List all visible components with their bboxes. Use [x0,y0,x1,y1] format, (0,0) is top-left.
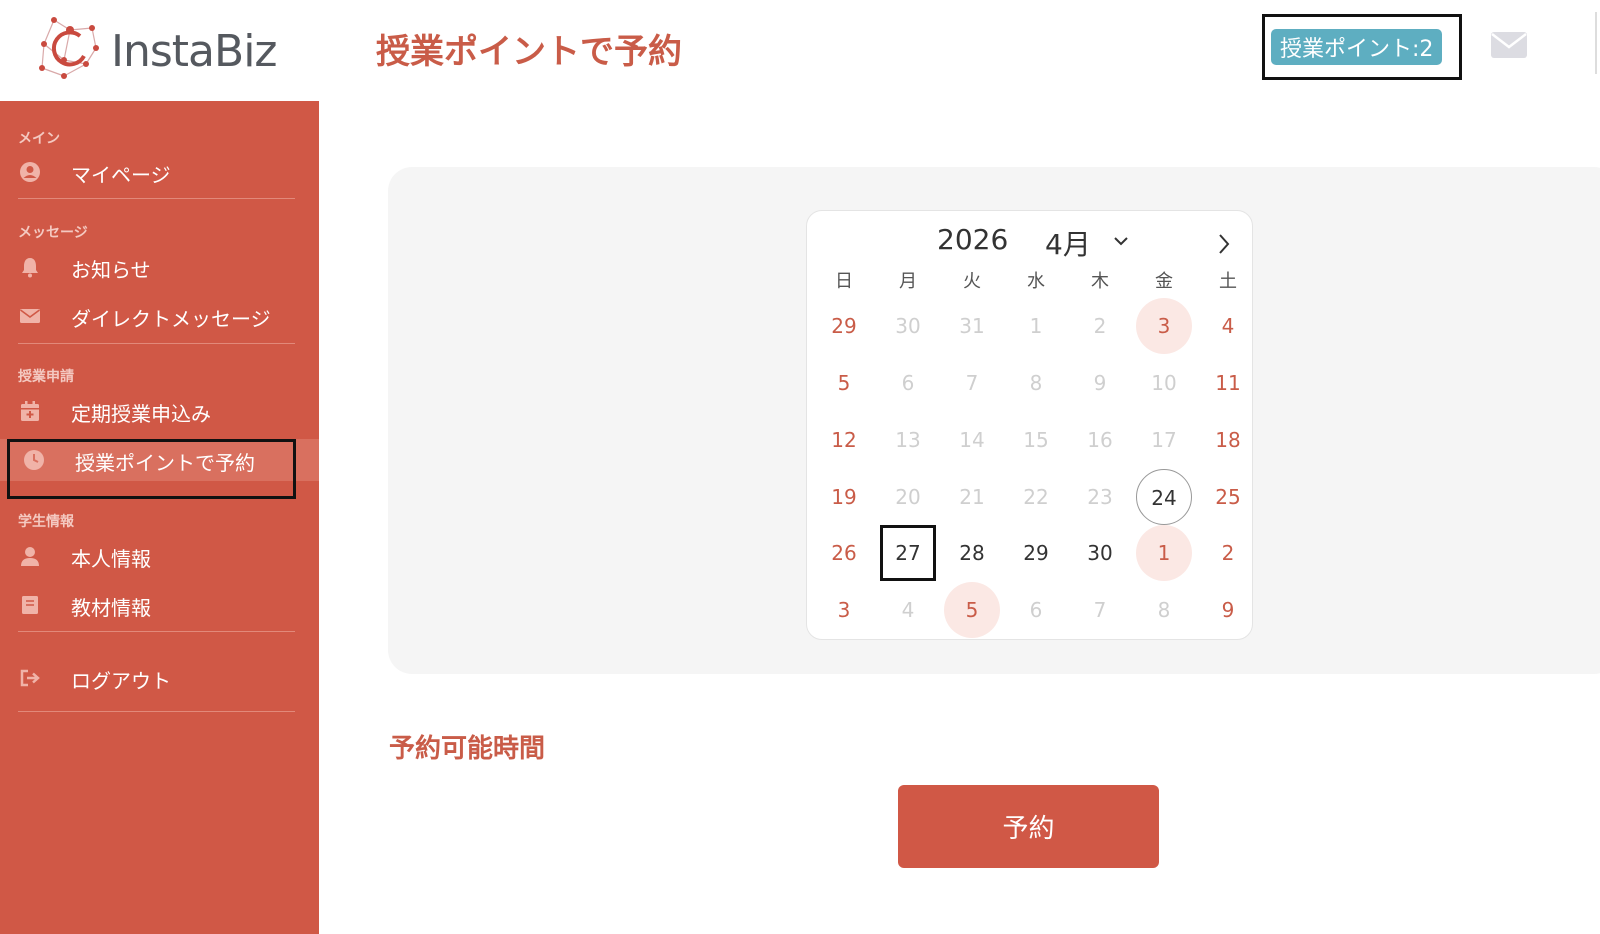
calendar: 2026 4月 日月火水木金土 29 30 31 1 2 3 4 5 6 7 8 9 10 11 12 13 1… [806,210,1253,640]
calendar-day[interactable]: 9 [1200,582,1256,638]
sidebar-divider [18,198,295,199]
header-divider [1595,12,1597,74]
instabiz-logo[interactable]: InstaBiz [36,14,296,84]
network-logo-icon [39,17,99,79]
calendar-day: 17 [1151,428,1177,452]
sidebar-divider [18,711,295,712]
sidebar-item-label: お知らせ [71,258,151,282]
chevron-down-icon[interactable] [1113,235,1129,247]
calendar-day[interactable]: 11 [1200,355,1256,411]
sidebar-item-direct-message[interactable]: ダイレクトメッセージ [0,295,319,337]
calendar-day: 23 [1087,485,1113,509]
calendar-day[interactable]: 3 [816,582,872,638]
active-item-highlight [7,439,296,499]
sidebar-item-logout[interactable]: ログアウト [0,657,319,699]
calendar-day[interactable]: 5 [944,582,1000,638]
available-times-title: 予約可能時間 [389,734,546,764]
calendar-weekday: 金 [1155,271,1173,292]
sidebar-divider [18,631,295,632]
bell-icon [22,258,38,278]
calendar-day[interactable]: 29 [816,298,872,354]
sidebar-item-notices[interactable]: お知らせ [0,246,319,288]
calendar-year[interactable]: 2026 [937,223,1008,256]
calendar-day[interactable]: 26 [816,525,872,581]
user-circle-icon [20,162,40,182]
page-title: 授業ポイントで予約 [376,32,682,72]
calendar-day: 20 [895,485,921,509]
calendar-day: 8 [1029,371,1043,395]
sidebar-section-class-apply: 授業申請 [18,369,74,385]
calendar-day: 13 [895,428,921,452]
calendar-day: 1 [1029,314,1043,338]
sidebar-section-main: メイン [18,131,60,147]
envelope-icon [20,309,40,323]
chevron-right-icon[interactable] [1217,233,1231,255]
calendar-day: 7 [965,371,979,395]
calendar-day: 30 [895,314,921,338]
sidebar-item-label: 定期授業申込み [71,402,211,426]
calendar-day[interactable]: 5 [816,355,872,411]
calendar-weekday: 月 [899,271,917,292]
calendar-day: 6 [901,371,915,395]
sidebar-item-label: マイページ [71,163,171,187]
calendar-day[interactable]: 12 [816,412,872,468]
sidebar-item-label: 本人情報 [71,547,151,571]
calendar-day[interactable]: 25 [1200,469,1256,525]
calendar-weekday: 日 [835,271,853,292]
book-icon [22,596,38,614]
calendar-day: 22 [1023,485,1049,509]
calendar-month-select[interactable]: 4月 [1045,223,1091,263]
calendar-day[interactable]: 1 [1136,525,1192,581]
calendar-day: 15 [1023,428,1049,452]
points-badge-highlight: 授業ポイント:2 [1262,14,1462,80]
calendar-day[interactable]: 4 [1200,298,1256,354]
calendar-day: 4 [901,598,915,622]
calendar-weekday: 水 [1027,271,1045,292]
sidebar-item-regular-class[interactable]: 定期授業申込み [0,390,319,432]
sidebar-item-materials[interactable]: 教材情報 [0,584,319,626]
calendar-weekday: 火 [963,271,981,292]
sidebar-item-label: ログアウト [71,669,171,693]
calendar-day[interactable]: 30 [1072,525,1128,581]
calendar-day[interactable]: 29 [1008,525,1064,581]
calendar-day[interactable]: 18 [1200,412,1256,468]
sidebar-item-personal-info[interactable]: 本人情報 [0,535,319,577]
sidebar-item-mypage[interactable]: マイページ [0,151,319,193]
calendar-day: 10 [1151,371,1177,395]
sidebar-item-label: ダイレクトメッセージ [71,307,271,331]
calendar-day: 14 [959,428,985,452]
calendar-weekday: 木 [1091,271,1109,292]
user-icon [21,547,39,566]
calendar-day[interactable]: 24 [1136,469,1192,525]
calendar-plus-icon [21,401,39,421]
calendar-day[interactable]: 19 [816,469,872,525]
calendar-day: 8 [1157,598,1171,622]
calendar-day: 31 [959,314,985,338]
calendar-day: 9 [1093,371,1107,395]
sidebar-divider [18,343,295,344]
envelope-icon[interactable] [1490,30,1528,60]
sidebar-item-label: 教材情報 [71,596,151,620]
sign-out-icon [20,669,40,687]
calendar-day: 21 [959,485,985,509]
sidebar-section-messages: メッセージ [18,225,88,241]
logo-text: InstaBiz [111,26,278,77]
reserve-button[interactable]: 予約 [898,785,1159,868]
calendar-day: 6 [1029,598,1043,622]
calendar-weekday: 土 [1219,271,1237,292]
calendar-day: 16 [1087,428,1113,452]
points-badge[interactable]: 授業ポイント:2 [1271,29,1443,65]
calendar-day[interactable]: 28 [944,525,1000,581]
calendar-day[interactable]: 2 [1200,525,1256,581]
calendar-day: 2 [1093,314,1107,338]
calendar-day[interactable]: 3 [1136,298,1192,354]
calendar-day[interactable]: 27 [880,525,936,581]
sidebar: メイン マイページ メッセージ お知らせ ダイレクトメッセージ 授業申請 定期授… [0,101,319,934]
sidebar-section-student-info: 学生情報 [18,514,74,530]
calendar-day: 7 [1093,598,1107,622]
